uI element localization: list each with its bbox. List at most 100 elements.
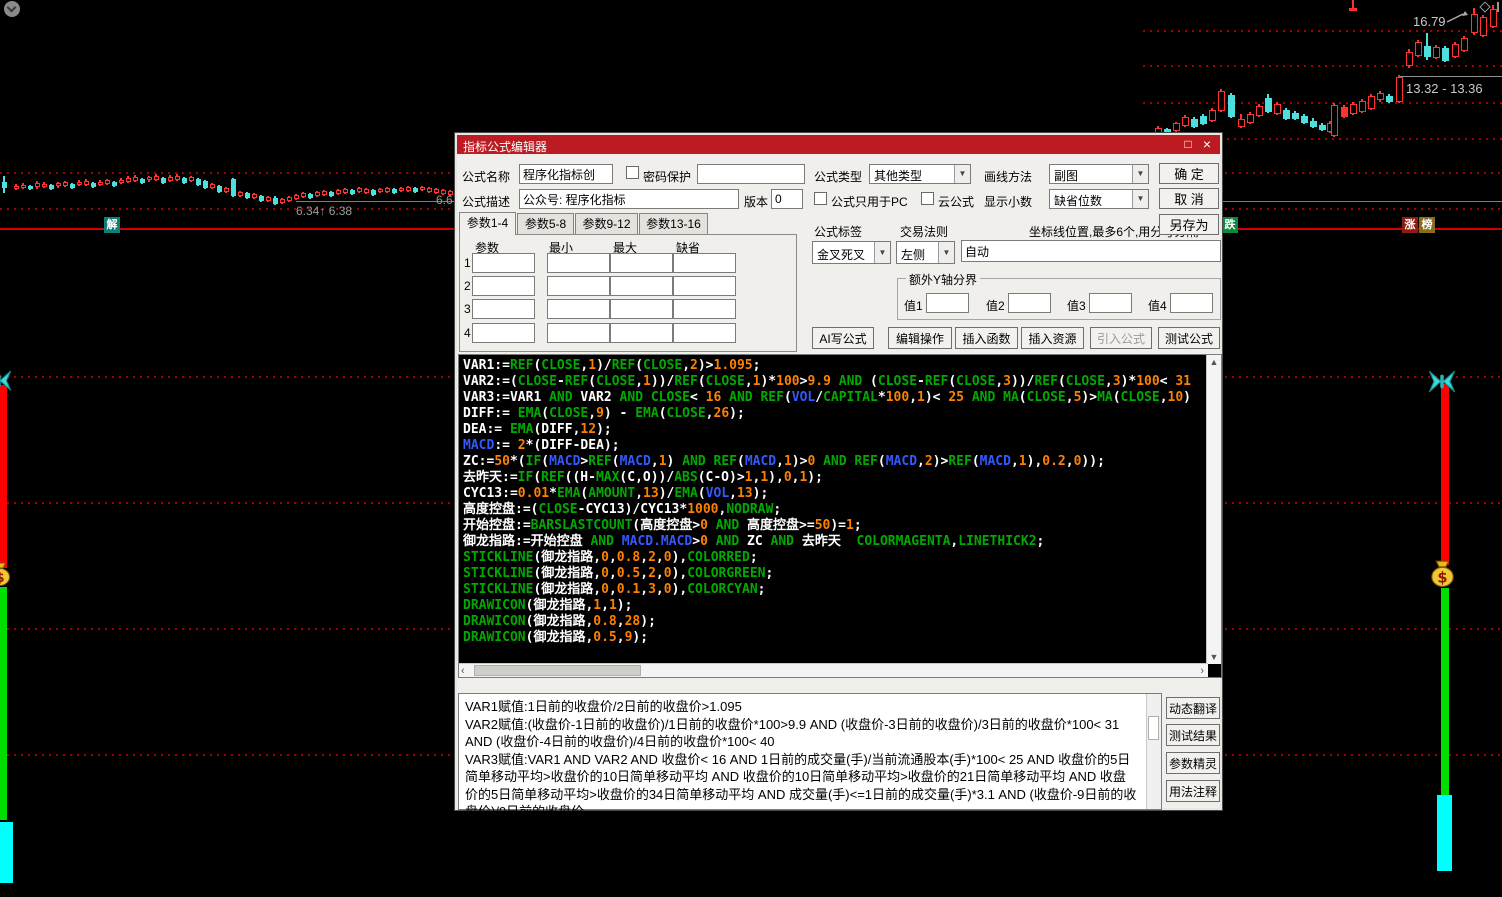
chevron-down-icon[interactable]: ▼ (874, 242, 890, 263)
insert-function-button[interactable]: 插入函数 (955, 327, 1018, 349)
param-input[interactable] (673, 276, 736, 296)
scroll-up-icon[interactable]: ▲ (1207, 357, 1221, 367)
param-input[interactable] (547, 253, 610, 273)
chevron-down-icon[interactable]: ▼ (1132, 165, 1148, 183)
param-input[interactable] (673, 323, 736, 343)
save-as-button[interactable]: 另存为 (1159, 214, 1219, 235)
formula-code-editor[interactable]: VAR1:=REF(CLOSE,1)/REF(CLOSE,2)>1.095; VA… (458, 354, 1222, 678)
test-formula-button[interactable]: 测试公式 (1158, 327, 1220, 349)
tab-参数9-12[interactable]: 参数9-12 (575, 213, 638, 234)
param-input[interactable] (472, 276, 535, 296)
extra-y-value-input[interactable] (926, 293, 969, 313)
candle (224, 188, 229, 192)
ok-button[interactable]: 确 定 (1159, 163, 1219, 184)
candle (112, 182, 117, 186)
param-input[interactable] (673, 299, 736, 319)
password-input[interactable] (697, 164, 805, 184)
tab-参数5-8[interactable]: 参数5-8 (517, 213, 574, 234)
decimals-select[interactable]: 缺省位数 ▼ (1049, 189, 1149, 209)
chevron-down-icon (6, 2, 17, 13)
formula-type-select[interactable]: 其他类型 ▼ (869, 164, 971, 184)
password-protect-checkbox[interactable] (626, 166, 639, 179)
cloud-formula-checkbox[interactable] (921, 192, 934, 205)
candle (2, 182, 7, 188)
usage-note-button[interactable]: 用法注释 (1166, 780, 1220, 802)
trade-rule-select[interactable]: 左侧 ▼ (896, 241, 955, 264)
coordinate-input[interactable] (961, 240, 1221, 262)
candle (1256, 106, 1263, 116)
svg-text:$: $ (0, 571, 5, 586)
tab-参数1-4[interactable]: 参数1-4 (459, 212, 516, 235)
hscroll-thumb[interactable] (474, 665, 641, 676)
param-input[interactable] (472, 299, 535, 319)
editor-horizontal-scrollbar[interactable]: ‹ › (459, 663, 1208, 677)
chart-badge[interactable]: 跌 (1222, 217, 1238, 233)
moneybag-icon: $ (1429, 560, 1456, 587)
scroll-right-icon[interactable]: › (1200, 665, 1204, 677)
editor-vertical-scrollbar[interactable]: ▲ ▼ (1206, 355, 1221, 664)
translation-panel: VAR1赋值:1日前的收盘价/2日前的收盘价>1.095 VAR2赋值:(收盘价-… (458, 693, 1162, 819)
edit-ops-button[interactable]: 编辑操作 (888, 327, 952, 349)
scroll-left-icon[interactable]: ‹ (461, 665, 465, 677)
version-input[interactable] (771, 189, 803, 209)
candle (1452, 44, 1459, 57)
extra-y-value-input[interactable] (1170, 293, 1213, 313)
close-icon[interactable]: × (1199, 137, 1215, 152)
param-input[interactable] (547, 299, 610, 319)
chart-badge[interactable]: 涨 (1402, 217, 1418, 233)
collapse-circle-icon[interactable] (4, 1, 20, 17)
insert-resource-button[interactable]: 插入资源 (1021, 327, 1084, 349)
param-input[interactable] (472, 253, 535, 273)
maximize-icon[interactable]: □ (1180, 137, 1196, 152)
chevron-down-icon[interactable]: ▼ (954, 165, 970, 183)
vscroll-thumb[interactable] (1148, 716, 1159, 740)
chevron-down-icon[interactable]: ▼ (938, 242, 954, 263)
candle (259, 196, 264, 201)
candle (140, 179, 145, 183)
test-result-button[interactable]: 测试结果 (1166, 724, 1220, 746)
formula-name-input[interactable] (519, 164, 613, 184)
draw-method-select[interactable]: 副图 ▼ (1049, 164, 1149, 184)
chevron-down-icon[interactable]: ▼ (1132, 190, 1148, 208)
code-line: STICKLINE(御龙指路,0,0.1,3,0),COLORCYAN; (463, 582, 766, 597)
param-input[interactable] (610, 323, 673, 343)
candle (1386, 96, 1393, 102)
gridline (1143, 65, 1502, 67)
candle (392, 189, 397, 193)
param-input[interactable] (610, 299, 673, 319)
chart-badge[interactable]: 解 (104, 217, 120, 233)
param-input[interactable] (547, 276, 610, 296)
import-formula-button: 引入公式 (1090, 327, 1152, 349)
candle (84, 181, 89, 185)
formula-desc-input[interactable] (519, 189, 739, 209)
param-wizard-button[interactable]: 参数精灵 (1166, 752, 1220, 774)
chart-badge[interactable]: 榜 (1419, 217, 1435, 233)
indicator-formula-editor-dialog: 指标公式编辑器 □ × 公式名称 密码保护 公式类型 其他类型 ▼ 画线方法 副… (455, 133, 1222, 819)
candle (364, 189, 369, 193)
param-input[interactable] (472, 323, 535, 343)
formula-code[interactable]: VAR1:=REF(CLOSE,1)/REF(CLOSE,2)>1.095; VA… (463, 358, 1207, 646)
translation-scrollbar[interactable] (1146, 694, 1161, 809)
candle (21, 185, 26, 188)
candle (343, 189, 348, 193)
param-input[interactable] (673, 253, 736, 273)
formula-tag-select[interactable]: 金叉死叉 ▼ (812, 241, 891, 264)
candle (1319, 125, 1326, 130)
ai-write-button[interactable]: AI写公式 (812, 327, 874, 349)
candle (266, 197, 271, 201)
code-line: DEA:= EMA(DIFF,12); (463, 422, 612, 437)
candle (1310, 121, 1317, 127)
param-input[interactable] (610, 253, 673, 273)
tab-参数13-16[interactable]: 参数13-16 (639, 213, 708, 234)
price-range-label: 13.32 - 13.36 (1406, 81, 1483, 96)
extra-y-value-input[interactable] (1089, 293, 1132, 313)
pc-only-checkbox[interactable] (814, 192, 827, 205)
code-line: 御龙指路:=开始控盘 AND MACD.MACD>0 AND ZC AND 去昨… (463, 534, 1045, 549)
param-input[interactable] (547, 323, 610, 343)
cancel-button[interactable]: 取 消 (1159, 188, 1219, 209)
dialog-titlebar[interactable]: 指标公式编辑器 □ × (457, 135, 1220, 154)
dynamic-translate-button[interactable]: 动态翻译 (1166, 697, 1220, 719)
param-input[interactable] (610, 276, 673, 296)
extra-y-value-input[interactable] (1008, 293, 1051, 313)
scroll-down-icon[interactable]: ▼ (1207, 652, 1221, 662)
